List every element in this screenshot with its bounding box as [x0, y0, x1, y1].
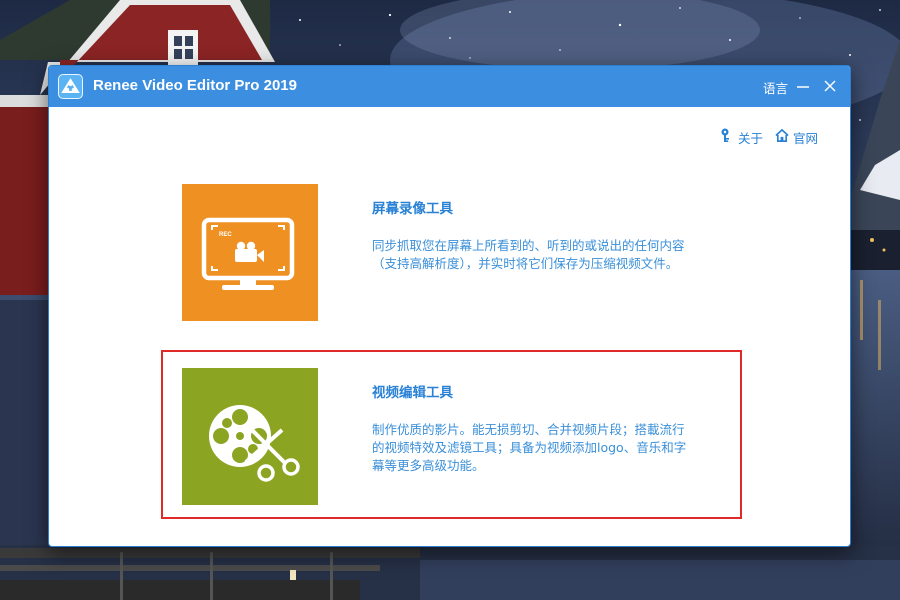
website-link[interactable]: 官网	[775, 128, 825, 146]
app-window: Renee Video Editor Pro 2019 语言 关于 官网 REC…	[48, 65, 851, 547]
screen-recorder-description: 同步抓取您在屏幕上所看到的、听到的或说出的任何内容 （支持高解析度），并实时将它…	[372, 237, 732, 273]
window-title: Renee Video Editor Pro 2019	[93, 77, 297, 94]
description-line: 同步抓取您在屏幕上所看到的、听到的或说出的任何内容	[372, 238, 685, 253]
about-label: 关于	[738, 131, 764, 146]
close-icon[interactable]	[822, 78, 838, 94]
home-icon	[775, 128, 789, 142]
rec-label: REC	[219, 232, 232, 238]
description-line: 制作优质的影片。能无损剪切、合并视频片段；搭載流行	[372, 422, 685, 437]
film-reel-scissors-icon	[209, 405, 300, 482]
description-line: （支持高解析度），并实时将它们保存为压缩视频文件。	[372, 256, 679, 271]
description-line: 幕等更多高级功能。	[372, 458, 485, 473]
language-button[interactable]: 语言	[763, 78, 788, 97]
screen-recorder-title[interactable]: 屏幕录像工具	[372, 197, 453, 217]
video-editor-description: 制作优质的影片。能无损剪切、合并视频片段；搭載流行 的视频特效及滤镜工具；具备为…	[372, 421, 732, 475]
screen-record-icon: REC	[201, 217, 295, 290]
minimize-icon[interactable]	[795, 78, 811, 94]
title-bar[interactable]: Renee Video Editor Pro 2019 语言	[49, 66, 850, 107]
description-line: 的视频特效及滤镜工具；具备为视频添加logo、音乐和字	[372, 440, 687, 455]
app-logo-icon	[58, 74, 83, 99]
screen-recorder-tile[interactable]: REC	[182, 184, 318, 321]
video-editor-title[interactable]: 视频编辑工具	[372, 381, 453, 401]
info-key-icon	[721, 128, 729, 142]
website-label: 官网	[793, 131, 819, 146]
video-editor-tile[interactable]	[182, 368, 318, 505]
about-link[interactable]: 关于	[720, 128, 764, 146]
